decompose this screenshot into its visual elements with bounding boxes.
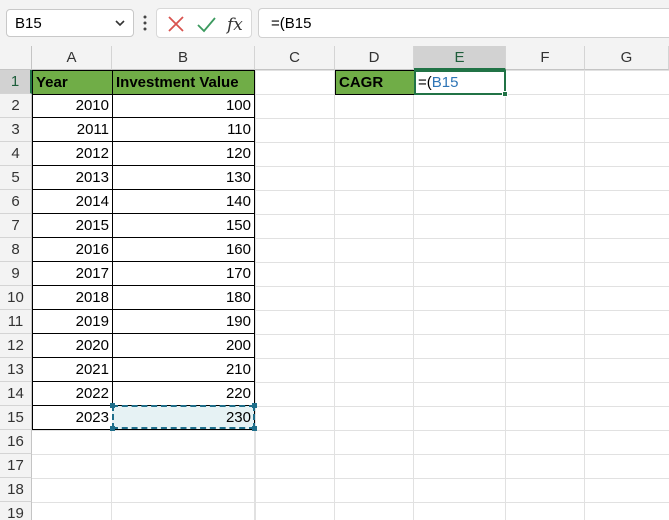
- cell-investment-value[interactable]: 150: [112, 214, 255, 238]
- cell-investment-value[interactable]: 180: [112, 286, 255, 310]
- reference-marquee-b15: [110, 403, 257, 431]
- row-header-2[interactable]: 2: [0, 94, 32, 118]
- row-header-6[interactable]: 6: [0, 190, 32, 214]
- cell-investment-value[interactable]: 120: [112, 142, 255, 166]
- row-header-13[interactable]: 13: [0, 358, 32, 382]
- cell-year[interactable]: 2012: [32, 142, 113, 166]
- formula-bar-area: B15 fx =(B15: [0, 0, 669, 46]
- column-header-e[interactable]: E: [414, 46, 506, 70]
- cell-a1-year-header[interactable]: Year: [32, 70, 113, 95]
- cell-year[interactable]: 2017: [32, 262, 113, 286]
- cell-year[interactable]: 2019: [32, 310, 113, 334]
- cell-year[interactable]: 2011: [32, 118, 113, 142]
- cell-investment-value[interactable]: 200: [112, 334, 255, 358]
- cell-e1-prefix: =(: [418, 74, 432, 91]
- name-box[interactable]: B15: [6, 9, 134, 37]
- svg-text:fx: fx: [225, 15, 243, 35]
- row-header-11[interactable]: 11: [0, 310, 32, 334]
- row-header-9[interactable]: 9: [0, 262, 32, 286]
- fill-handle[interactable]: [502, 91, 508, 97]
- marquee-handle: [252, 403, 257, 408]
- row-header-5[interactable]: 5: [0, 166, 32, 190]
- cell-e1-formula: =(B15: [418, 73, 458, 93]
- cell-year[interactable]: 2020: [32, 334, 113, 358]
- cell-investment-value[interactable]: 190: [112, 310, 255, 334]
- cell-year[interactable]: 2018: [32, 286, 113, 310]
- row-header-19[interactable]: 19: [0, 502, 32, 520]
- cell-e1-ref: B15: [431, 74, 459, 91]
- column-header-g[interactable]: G: [585, 46, 669, 70]
- row-header-14[interactable]: 14: [0, 382, 32, 406]
- more-options-icon[interactable]: [143, 14, 147, 32]
- cell-year[interactable]: 2010: [32, 94, 113, 118]
- empty-cells-ab-lower: [32, 430, 255, 520]
- row-header-4[interactable]: 4: [0, 142, 32, 166]
- cell-b1-value-header[interactable]: Investment Value: [112, 70, 255, 95]
- row-header-10[interactable]: 10: [0, 286, 32, 310]
- cell-investment-value[interactable]: 110: [112, 118, 255, 142]
- row-header-17[interactable]: 17: [0, 454, 32, 478]
- cell-investment-value[interactable]: 210: [112, 358, 255, 382]
- row-header-18[interactable]: 18: [0, 478, 32, 502]
- row-header-3[interactable]: 3: [0, 118, 32, 142]
- column-header-c[interactable]: C: [255, 46, 335, 70]
- cancel-icon[interactable]: [165, 13, 187, 35]
- formula-prefix: =(: [271, 14, 285, 32]
- cell-investment-value[interactable]: 220: [112, 382, 255, 406]
- empty-cells-area: [255, 70, 669, 520]
- column-header-b[interactable]: B: [112, 46, 255, 70]
- cell-investment-value[interactable]: 140: [112, 190, 255, 214]
- cell-year[interactable]: 2015: [32, 214, 113, 238]
- cell-d1-cagr-label[interactable]: CAGR: [335, 70, 415, 95]
- cell-year[interactable]: 2013: [32, 166, 113, 190]
- cell-investment-value[interactable]: 130: [112, 166, 255, 190]
- name-box-value: B15: [15, 14, 42, 32]
- enter-check-icon[interactable]: [195, 13, 217, 35]
- formula-input[interactable]: =(B15: [258, 8, 669, 38]
- cell-investment-value[interactable]: 160: [112, 238, 255, 262]
- row-header-1[interactable]: 1: [0, 70, 32, 94]
- cell-year[interactable]: 2016: [32, 238, 113, 262]
- select-all-corner[interactable]: [0, 46, 32, 70]
- column-header-d[interactable]: D: [335, 46, 414, 70]
- chevron-down-icon[interactable]: [113, 16, 127, 30]
- row-header-12[interactable]: 12: [0, 334, 32, 358]
- row-header-8[interactable]: 8: [0, 238, 32, 262]
- formula-buttons: fx: [156, 8, 252, 38]
- cell-year[interactable]: 2014: [32, 190, 113, 214]
- row-header-7[interactable]: 7: [0, 214, 32, 238]
- column-header-f[interactable]: F: [506, 46, 585, 70]
- marquee-handle: [252, 426, 257, 431]
- cell-investment-value[interactable]: 170: [112, 262, 255, 286]
- cell-year[interactable]: 2021: [32, 358, 113, 382]
- marquee-handle: [110, 426, 115, 431]
- formula-ref: B15: [284, 14, 312, 32]
- column-header-a[interactable]: A: [32, 46, 112, 70]
- row-header-16[interactable]: 16: [0, 430, 32, 454]
- cell-year[interactable]: 2022: [32, 382, 113, 406]
- cell-e1-editing[interactable]: =(B15: [414, 70, 508, 97]
- marquee-handle: [110, 403, 115, 408]
- insert-function-icon[interactable]: fx: [225, 13, 247, 35]
- cell-year[interactable]: 2023: [32, 406, 113, 430]
- row-header-15[interactable]: 15: [0, 406, 32, 430]
- cell-investment-value[interactable]: 100: [112, 94, 255, 118]
